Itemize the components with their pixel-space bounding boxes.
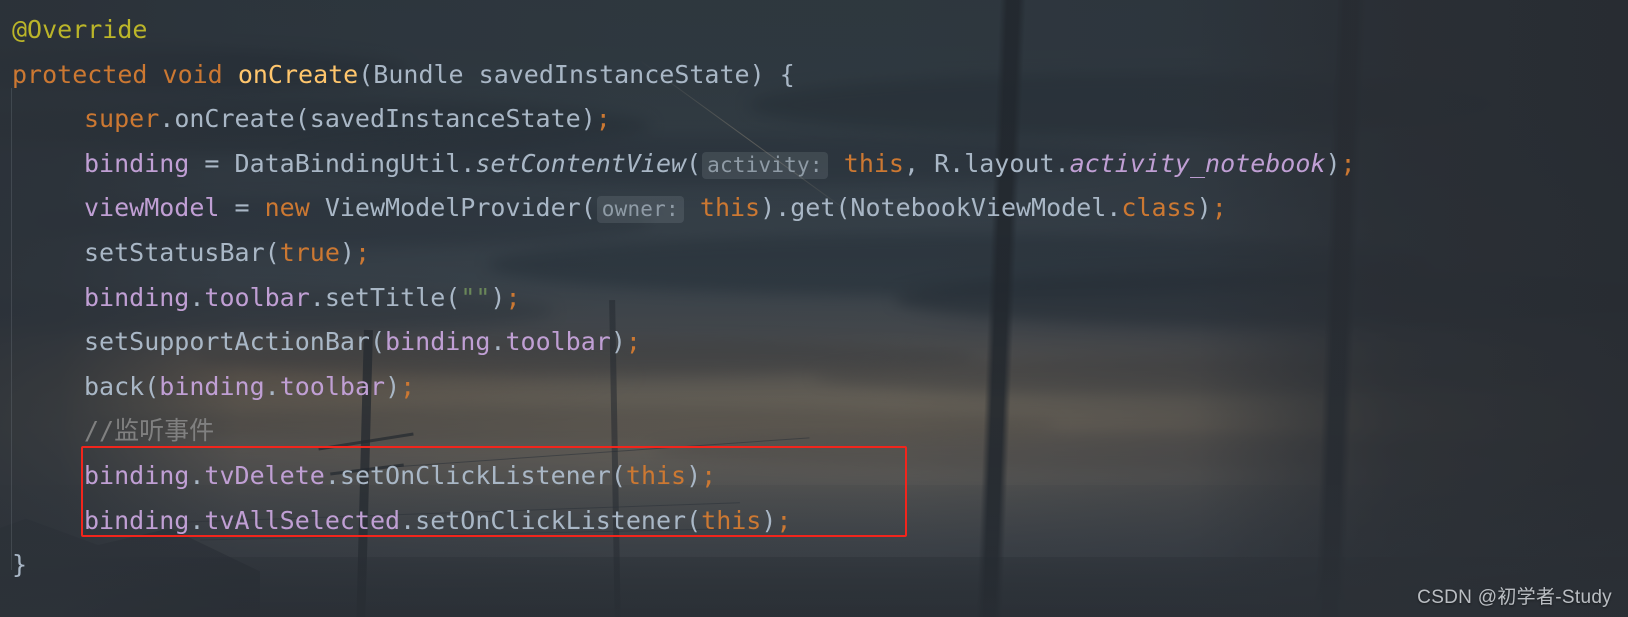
code-token-ident: . (490, 327, 506, 357)
code-token-field: toolbar (505, 327, 611, 357)
code-token-ident: = DataBindingUtil. (189, 148, 476, 178)
code-token-str: "" (460, 282, 491, 312)
code-token-punct (829, 149, 844, 178)
code-line[interactable]: viewModel = new ViewModelProvider(owner:… (84, 186, 1227, 231)
code-token-kw: super (84, 104, 160, 134)
code-token-semi: ; (354, 238, 371, 267)
code-token-paren: ( (264, 238, 280, 267)
code-line[interactable]: binding.toolbar.setTitle(""); (84, 276, 521, 321)
code-token-paren: ) (761, 505, 777, 535)
code-token-paren: ) (490, 282, 506, 312)
code-token-kw: true (279, 238, 340, 267)
code-token-kw: new (264, 193, 310, 223)
code-line[interactable]: super.onCreate(savedInstanceState); (84, 97, 611, 142)
code-token-semi: ; (400, 371, 416, 401)
code-token-kw: this (699, 193, 761, 223)
code-token-statmeth: setContentView (475, 148, 687, 178)
code-token-punct: { (764, 59, 795, 89)
code-token-kw: this (701, 505, 762, 535)
code-token-field: toolbar (279, 371, 386, 401)
code-token-punct (685, 193, 700, 222)
code-line[interactable]: back(binding.toolbar); (84, 365, 415, 410)
code-token-ident: back (84, 371, 145, 401)
code-line[interactable]: binding.tvDelete.setOnClickListener(this… (84, 454, 716, 499)
code-token-ident: ViewModelProvider (309, 193, 581, 223)
code-line[interactable]: protected void onCreate(Bundle savedInst… (12, 53, 795, 98)
code-token-comment: //监听事件 (84, 416, 215, 446)
code-token-semi: ; (505, 282, 521, 312)
code-token-paren: ) (749, 59, 765, 89)
code-token-field: tvAllSelected (204, 505, 401, 535)
code-token-kw: this (625, 461, 687, 490)
code-token-field: binding (84, 461, 190, 490)
code-line[interactable]: binding = DataBindingUtil.setContentView… (84, 142, 1356, 187)
code-token-semi: ; (1211, 193, 1227, 223)
code-token-static: activity_notebook (1069, 148, 1326, 178)
code-token-field: binding (84, 148, 190, 178)
code-token-semi: ; (595, 104, 611, 134)
code-token-paren: ( (445, 282, 461, 312)
code-token-ident: setStatusBar (84, 238, 265, 267)
code-token-paren: ) (1196, 193, 1212, 223)
code-token-field: binding (159, 371, 265, 401)
code-token-ident: setSupportActionBar (84, 327, 370, 357)
code-token-ident: = (219, 193, 265, 223)
code-line[interactable]: @Override (12, 8, 147, 53)
code-token-field: binding (385, 327, 491, 357)
code-token-semi: ; (776, 505, 792, 535)
code-line[interactable]: } (12, 543, 27, 588)
code-token-paren: ( (369, 327, 386, 357)
code-token-kw: this (843, 148, 904, 178)
code-token-field: binding (84, 282, 190, 312)
code-line[interactable]: binding.tvAllSelected.setOnClickListener… (84, 499, 791, 544)
code-token-paren: ) (610, 327, 626, 357)
code-token-ident: .setOnClickListener (324, 461, 611, 490)
code-token-kw: protected (12, 59, 148, 89)
code-token-paren: ( (610, 461, 626, 490)
code-token-method: onCreate (237, 59, 359, 89)
code-token-semi: ; (1340, 148, 1356, 178)
code-token-ident: Bundle savedInstanceState (373, 59, 750, 89)
indent-guide (11, 88, 12, 570)
code-token-semi: ; (701, 461, 717, 490)
code-token-paren: ) (339, 238, 355, 267)
code-token-ident: . (189, 282, 205, 312)
code-token-punct (223, 60, 238, 89)
code-token-punct (147, 60, 162, 89)
code-token-ident: .setTitle (309, 282, 446, 312)
code-token-paren: ( (686, 148, 702, 178)
csdn-watermark: CSDN @初学者-Study (1417, 587, 1612, 608)
code-token-kw: class (1121, 193, 1197, 223)
code-token-ident: ).get(NotebookViewModel. (760, 193, 1122, 223)
code-token-anno: @Override (12, 15, 148, 44)
code-token-ident: . (189, 461, 205, 490)
code-token-paren: ( (580, 193, 596, 223)
code-editor[interactable]: @Override protected void onCreate(Bundle … (0, 0, 1628, 617)
code-token-field: tvDelete (204, 461, 325, 490)
code-token-ident: . (264, 371, 280, 401)
code-line[interactable]: //监听事件 (84, 409, 214, 454)
code-token-ident: .setOnClickListener (400, 505, 687, 535)
code-token-paren: ( (358, 59, 374, 89)
code-token-paren: ) (385, 371, 401, 401)
code-token-kw: void (162, 59, 223, 89)
code-token-ident: , R.layout. (904, 148, 1070, 178)
inline-parameter-hint: owner: (596, 196, 684, 224)
code-token-paren: ( (144, 371, 160, 401)
code-token-field: toolbar (204, 282, 310, 312)
code-token-ident: .onCreate(savedInstanceState) (159, 104, 596, 134)
code-token-ident: . (189, 505, 205, 535)
code-line[interactable]: setSupportActionBar(binding.toolbar); (84, 320, 641, 365)
code-token-punct: } (12, 550, 28, 580)
code-screenshot: @Override protected void onCreate(Bundle … (0, 0, 1628, 617)
code-token-field: binding (84, 505, 190, 535)
code-line[interactable]: setStatusBar(true); (84, 231, 370, 276)
code-token-field: viewModel (84, 193, 220, 223)
code-token-paren: ( (686, 505, 702, 535)
code-token-paren: ) (1325, 148, 1341, 178)
inline-parameter-hint: activity: (702, 151, 828, 179)
code-token-paren: ) (686, 461, 702, 490)
code-token-semi: ; (625, 327, 641, 357)
